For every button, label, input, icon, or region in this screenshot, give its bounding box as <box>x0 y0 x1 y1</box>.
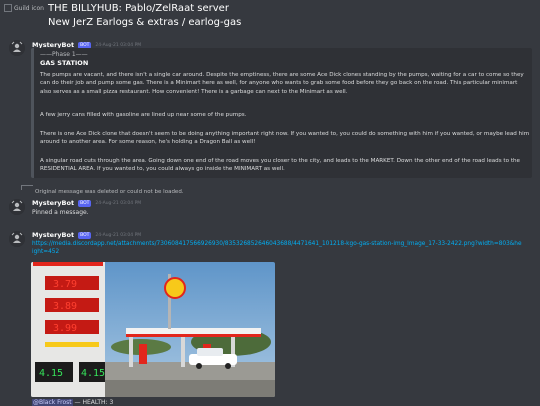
embed-paragraph: A few jerry cans filled with gasoline ar… <box>40 112 247 118</box>
gas-station-photo[interactable]: 3.79 3.89 3.99 4.15 4.15 <box>31 262 275 397</box>
channel-header: Guild icon THE BILLYHUB: Pablo/ZelRaat s… <box>0 0 540 32</box>
message-header: MysteryBot BOT 24-Aug-21 03:04 PM <box>32 231 141 239</box>
bot-badge: BOT <box>78 199 92 207</box>
channel-path: New JerZ Earlogs & extras / earlog-gas <box>48 17 242 28</box>
embed-paragraph: The pumps are vacant, and there isn't a … <box>40 72 524 95</box>
reply-connector <box>21 185 33 190</box>
price-digit: 4.15 <box>81 368 105 379</box>
message-timestamp: 24-Aug-21 03:04 PM <box>95 200 142 206</box>
message-timestamp: 24-Aug-21 03:04 PM <box>95 232 142 238</box>
message-header: MysteryBot BOT 24-Aug-21 03:04 PM <box>32 199 141 207</box>
deleted-message-note[interactable]: Original message was deleted or could no… <box>35 189 184 195</box>
message-timestamp: 24-Aug-21 03:04 PM <box>95 42 142 48</box>
gas-station-image: 3.79 3.89 3.99 4.15 4.15 <box>31 262 275 397</box>
bot-avatar-icon <box>9 199 25 215</box>
server-name: THE BILLYHUB: Pablo/ZelRaat server <box>48 3 229 14</box>
embed-title: GAS STATION <box>40 59 89 67</box>
attachment-link[interactable]: https://media.discordapp.net/attachments… <box>32 240 522 256</box>
avatar[interactable] <box>9 199 25 215</box>
bot-badge: BOT <box>78 231 92 239</box>
bot-avatar-icon <box>9 231 25 247</box>
avatar[interactable] <box>9 40 25 56</box>
price-digit: 3.99 <box>53 323 77 334</box>
broken-image-icon <box>4 4 12 12</box>
avatar[interactable] <box>9 231 25 247</box>
bot-avatar-icon <box>9 40 25 56</box>
guild-icon-alt-text: Guild icon <box>14 4 44 12</box>
author-name[interactable]: MysteryBot <box>32 199 74 207</box>
price-digit: 3.79 <box>53 279 77 290</box>
guild-icon[interactable]: Guild icon <box>4 4 44 12</box>
embed-paragraph: A singular road cuts through the area. G… <box>40 158 520 173</box>
embed-paragraph: There is one Ace Dick clone that doesn't… <box>40 131 530 146</box>
author-name[interactable]: MysteryBot <box>32 231 74 239</box>
message-embed: ——Phase 1—— GAS STATION The pumps are va… <box>31 48 532 178</box>
embed-phase-label: ——Phase 1—— <box>40 51 88 58</box>
price-digit: 4.15 <box>39 368 63 379</box>
price-digit: 3.89 <box>53 301 77 312</box>
message-text: Pinned a message. <box>32 209 89 216</box>
